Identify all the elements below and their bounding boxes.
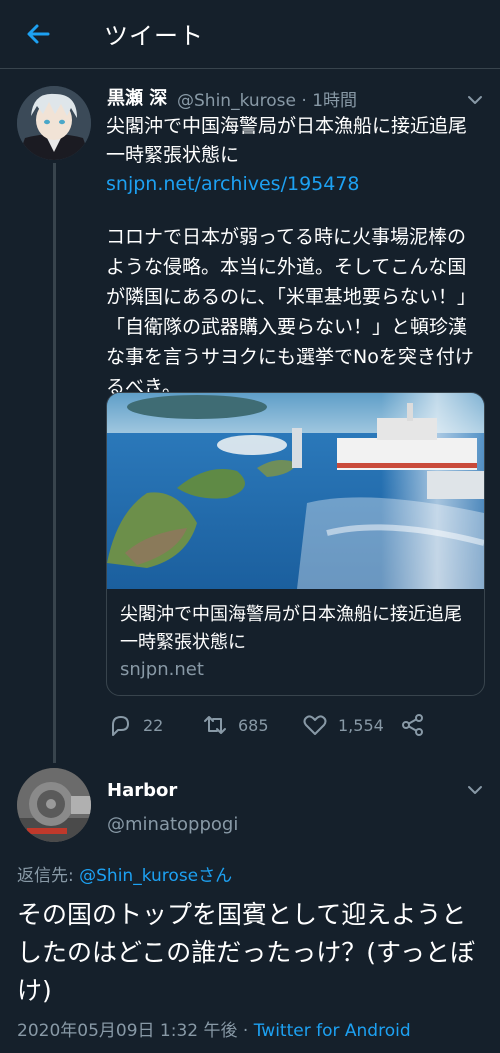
tweet-link[interactable]: snjpn.net/archives/195478 <box>106 173 360 195</box>
reply-count: 22 <box>143 715 164 735</box>
chevron-down-icon[interactable] <box>465 90 485 110</box>
top-bar: ツイート <box>0 0 500 69</box>
thread-connector <box>53 163 56 763</box>
tweet-text: 尖閣沖で中国海警局が日本漁船に接近追尾 一時緊張状態に snjpn.net/ar… <box>106 112 486 199</box>
avatar[interactable] <box>17 86 91 160</box>
back-arrow-icon <box>27 24 50 44</box>
avatar-image <box>17 768 91 842</box>
share-button[interactable] <box>400 710 436 740</box>
reply-text: その国のトップを国賓として迎えようとしたのはどこの誰だったっけ？(すっとぼけ) <box>17 900 476 1005</box>
tweet-body: コロナで日本が弱ってる時に火事場泥棒のような侵略。本当に外道。そしてこんな国が隣… <box>106 226 476 398</box>
tweet-headline: 尖閣沖で中国海警局が日本漁船に接近追尾 一時緊張状態に <box>106 115 487 166</box>
back-button[interactable] <box>22 18 54 50</box>
avatar-image <box>17 86 91 160</box>
link-card[interactable]: 尖閣沖で中国海警局が日本漁船に接近追尾 一時緊張状態に snjpn.net <box>106 392 485 696</box>
author-name[interactable]: 黒瀬 深 <box>107 84 167 110</box>
replying-to-link[interactable]: @Shin_kuroseさん <box>79 866 232 886</box>
share-icon <box>402 714 423 736</box>
author-handle: @Shin_kurose · 1時間 <box>177 91 358 111</box>
reply-button[interactable]: 22 <box>107 710 163 740</box>
replying-label: 返信先: <box>17 866 80 886</box>
like-button[interactable]: 1,554 <box>302 710 384 740</box>
retweet-count: 685 <box>238 715 269 735</box>
card-image <box>107 393 484 589</box>
card-domain: snjpn.net <box>120 659 204 680</box>
avatar[interactable] <box>17 768 91 842</box>
chevron-down-icon[interactable] <box>465 780 485 800</box>
tweet-actions: 22 685 1,554 <box>0 710 500 740</box>
retweet-button[interactable]: 685 <box>202 710 269 740</box>
author-name[interactable]: Harbor <box>107 780 177 801</box>
like-icon <box>303 715 327 735</box>
page-title: ツイート <box>104 22 204 50</box>
timestamp: 2020年05月09日 1:32 午後 · <box>17 1021 254 1041</box>
retweet-icon <box>204 716 226 734</box>
source-link[interactable]: Twitter for Android <box>254 1021 411 1041</box>
author-handle: @minatoppogi <box>107 814 239 835</box>
reply-icon <box>112 716 129 736</box>
replying-to: 返信先: @Shin_kuroseさん <box>17 861 232 886</box>
tweet-meta: 2020年05月09日 1:32 午後 · Twitter for Androi… <box>17 1016 411 1041</box>
like-count: 1,554 <box>338 715 384 735</box>
card-title: 尖閣沖で中国海警局が日本漁船に接近追尾 一時緊張状態に <box>120 604 480 653</box>
